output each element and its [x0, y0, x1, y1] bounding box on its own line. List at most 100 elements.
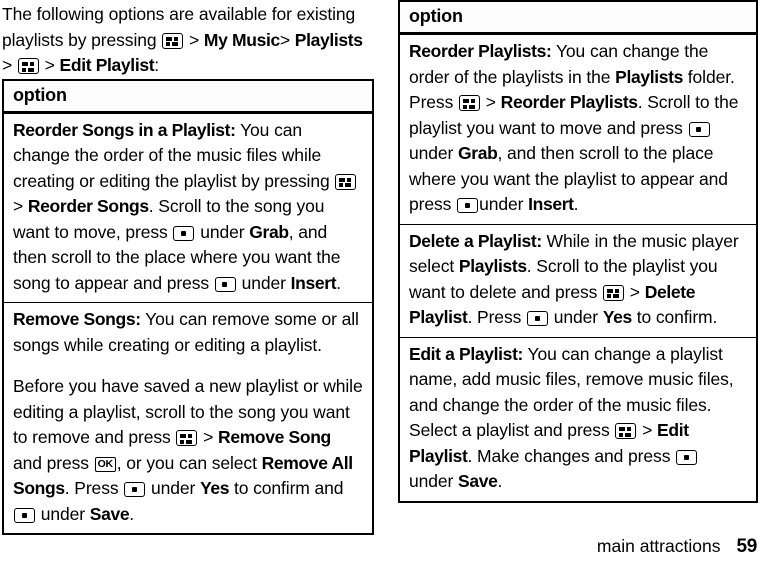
center-select-key-icon	[124, 482, 146, 497]
intro-text-6: :	[154, 55, 159, 75]
option-text: >	[198, 427, 219, 447]
manual-page: The following options are available for …	[0, 0, 759, 564]
menu-key-square	[172, 42, 179, 46]
table-row: Delete a Playlist: While in the music pl…	[399, 223, 757, 337]
option-text: to confirm and	[229, 478, 344, 498]
option-emphasis: Save	[89, 503, 130, 524]
menu-key-square	[21, 67, 26, 72]
option-emphasis: Grab	[249, 221, 289, 242]
menu-key-icon	[17, 58, 39, 74]
center-select-dot	[683, 454, 689, 460]
menu-key-square	[625, 432, 632, 437]
menu-key-square	[469, 104, 475, 109]
option-cell: Edit a Playlist: You can change a playli…	[399, 336, 757, 502]
option-emphasis: Playlists	[615, 66, 684, 87]
menu-key-square	[339, 177, 346, 182]
option-text: .	[129, 503, 135, 524]
table-header-cell: option	[399, 1, 757, 35]
option-emphasis: Save	[458, 471, 498, 491]
menu-key-square	[619, 432, 624, 437]
menu-key-square	[166, 36, 173, 41]
intro-paragraph: The following options are available for …	[2, 0, 374, 79]
option-paragraph: Remove Songs: You can remove some or all…	[13, 307, 363, 358]
ok-key-label: OK	[97, 458, 113, 470]
option-text: . Press	[64, 478, 124, 498]
menu-key-square	[180, 434, 187, 438]
option-text: .	[573, 194, 579, 214]
menu-key-square	[180, 439, 185, 444]
option-title: Remove Songs:	[13, 309, 141, 329]
option-paragraph: Reorder Playlists: You can change the or…	[409, 39, 747, 218]
option-text: >	[637, 420, 658, 440]
center-select-dot	[21, 512, 27, 518]
option-text: . Make changes and press	[467, 445, 676, 466]
option-text: and press	[13, 452, 94, 473]
center-select-dot	[534, 316, 540, 322]
center-select-key-icon	[527, 311, 549, 326]
intro-bold-edit-playlist: Edit Playlist	[59, 55, 155, 75]
option-emphasis: Playlists	[458, 256, 527, 276]
menu-key-icon	[176, 430, 198, 446]
ok-key-icon: OK	[94, 456, 116, 472]
option-text: >	[481, 92, 501, 112]
option-text: >	[13, 196, 28, 216]
option-text: .	[497, 471, 503, 491]
menu-key-square	[613, 294, 620, 298]
option-text: to confirm.	[631, 307, 718, 327]
option-emphasis: Reorder Songs	[27, 196, 149, 216]
menu-key-square	[166, 42, 171, 46]
options-table-right-body: option Reorder Playlists: You can change…	[399, 1, 757, 502]
center-select-key-icon	[688, 121, 710, 137]
menu-key-square	[347, 177, 352, 182]
option-title: Delete a Playlist:	[409, 230, 542, 251]
center-select-dot	[131, 487, 137, 493]
options-table-left-body: option Reorder Songs in a Playlist: You …	[3, 79, 373, 534]
intro-bold-my-music: My Music	[203, 29, 280, 50]
center-select-dot	[464, 203, 470, 209]
menu-key-square	[607, 288, 614, 293]
left-column: The following options are available for …	[2, 0, 374, 535]
option-cell: Delete a Playlist: While in the music pl…	[399, 223, 757, 337]
intro-text-4: >	[2, 55, 17, 75]
menu-key-square	[607, 294, 612, 298]
option-text: . Press	[467, 307, 527, 327]
options-table-left: option Reorder Songs in a Playlist: You …	[2, 78, 374, 535]
center-select-dot	[222, 281, 228, 287]
option-title: Edit a Playlist:	[409, 343, 524, 364]
table-header-row: option	[3, 79, 373, 114]
center-select-key-icon	[173, 225, 195, 241]
table-header-row: option	[399, 1, 757, 35]
menu-key-square	[463, 99, 469, 103]
table-row: Reorder Songs in a Playlist: You can cha…	[3, 112, 373, 303]
intro-text-2: >	[184, 29, 204, 50]
menu-key-square	[471, 99, 475, 103]
intro-text-3: >	[279, 29, 295, 50]
menu-key-square	[345, 183, 352, 187]
table-row: Reorder Playlists: You can change the or…	[399, 34, 757, 225]
menu-key-square	[29, 62, 34, 66]
option-paragraph: Delete a Playlist: While in the music pl…	[409, 229, 747, 331]
option-emphasis: Insert	[290, 272, 337, 293]
center-select-dot	[696, 126, 701, 132]
center-select-key-icon	[14, 507, 35, 523]
option-emphasis: Insert	[528, 194, 574, 214]
menu-key-square	[463, 104, 467, 109]
menu-key-square	[188, 434, 193, 438]
menu-key-icon	[335, 173, 357, 190]
option-title: Reorder Songs in a Playlist:	[13, 119, 236, 140]
menu-key-square	[27, 67, 34, 72]
option-emphasis: Remove Song	[218, 427, 331, 447]
option-cell: Reorder Playlists: You can change the or…	[399, 34, 757, 225]
intro-text-5: >	[39, 55, 60, 75]
option-emphasis: Yes	[602, 307, 632, 327]
center-select-key-icon	[214, 276, 236, 292]
option-paragraph: Edit a Playlist: You can change a playli…	[409, 342, 747, 495]
option-text: under	[549, 307, 603, 327]
menu-key-icon	[162, 32, 184, 49]
center-select-dot	[180, 230, 186, 236]
option-text: under	[409, 471, 459, 491]
intro-bold-playlists: Playlists	[294, 29, 363, 50]
menu-key-square	[21, 62, 28, 66]
menu-key-square	[627, 427, 632, 431]
option-cell: Remove Songs: You can remove some or all…	[3, 302, 373, 534]
